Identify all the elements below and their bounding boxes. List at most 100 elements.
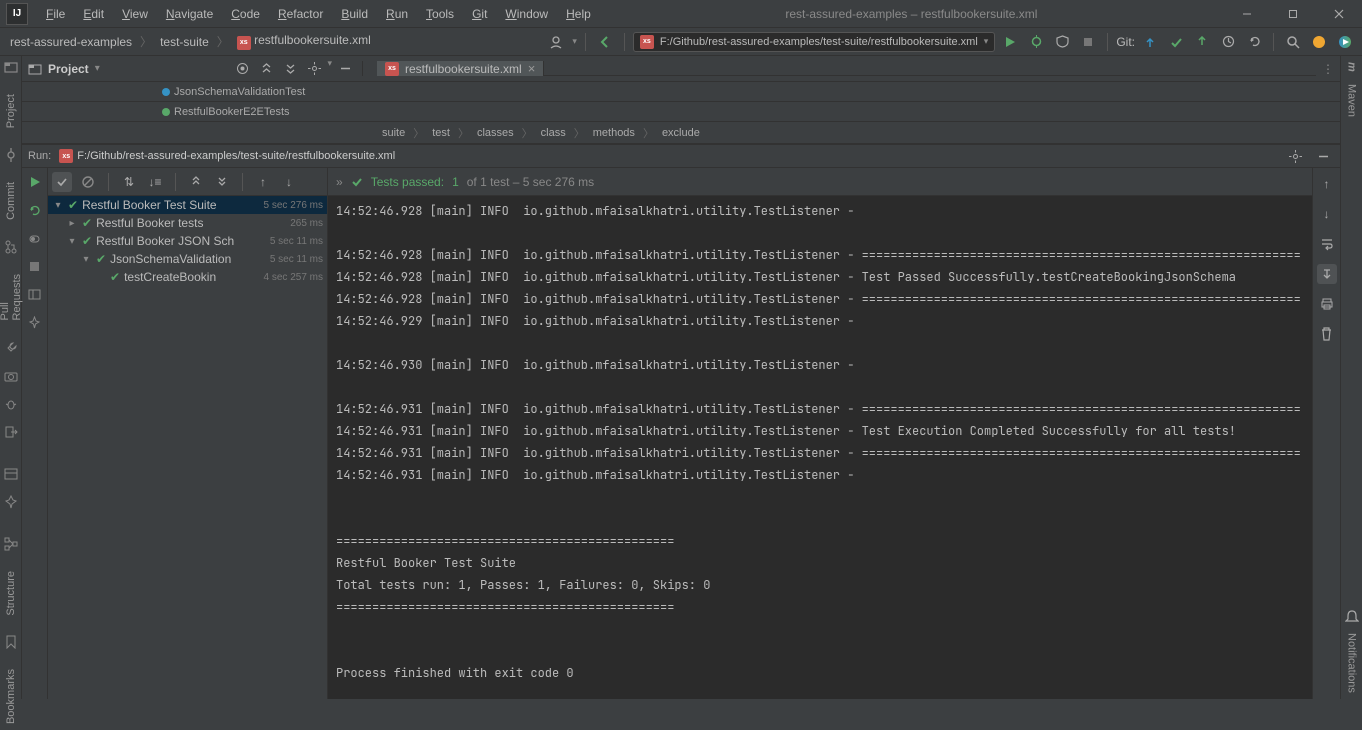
trash-icon[interactable] — [1317, 324, 1337, 344]
structure-crumb[interactable]: test — [432, 127, 450, 139]
back-arrow-icon[interactable] — [594, 31, 616, 53]
chevron-down-icon[interactable]: ▾ — [327, 58, 332, 80]
bookmarks-tool-label[interactable]: Bookmarks — [3, 663, 19, 730]
menu-tools[interactable]: Tools — [418, 3, 462, 25]
prev-button[interactable]: ↑ — [253, 172, 273, 192]
expand-all-icon[interactable] — [255, 58, 277, 80]
ide-update-icon[interactable] — [1308, 31, 1330, 53]
maven-tool-label[interactable]: m — [1344, 56, 1360, 78]
layout-button[interactable] — [25, 284, 45, 304]
test-tree-row[interactable]: ▾✔JsonSchemaValidation5 sec 11 ms — [48, 250, 327, 268]
run-button[interactable] — [999, 31, 1021, 53]
ide-settings-icon[interactable] — [1334, 31, 1356, 53]
bookmarks-tool-icon[interactable] — [3, 635, 19, 649]
dropdown-chevron-icon[interactable]: ▾ — [572, 36, 577, 47]
exit-icon[interactable] — [3, 425, 19, 439]
test-tree-row[interactable]: ▸✔Restful Booker tests265 ms — [48, 214, 327, 232]
pull-requests-icon[interactable] — [3, 240, 19, 254]
maximize-button[interactable] — [1270, 0, 1316, 28]
menu-refactor[interactable]: Refactor — [270, 3, 331, 25]
more-icon[interactable]: ⋮ — [1322, 62, 1334, 76]
chevron-down-icon[interactable]: ▾ — [95, 63, 100, 74]
menu-build[interactable]: Build — [333, 3, 376, 25]
soft-wrap-icon[interactable] — [1317, 234, 1337, 254]
hide-icon[interactable] — [334, 58, 356, 80]
test-tree-row[interactable]: ▾✔Restful Booker Test Suite5 sec 276 ms — [48, 196, 327, 214]
down-arrow-icon[interactable]: ↓ — [1317, 204, 1337, 224]
layout-icon[interactable] — [3, 467, 19, 481]
pull-requests-label[interactable]: Pull Requests — [0, 268, 25, 326]
chevron-down-icon[interactable]: ▾ — [52, 200, 64, 211]
menu-run[interactable]: Run — [378, 3, 416, 25]
structure-crumb[interactable]: exclude — [662, 127, 700, 139]
menu-window[interactable]: Window — [497, 3, 556, 25]
hide-icon[interactable] — [1312, 145, 1334, 167]
chevron-down-icon[interactable]: ▾ — [80, 254, 92, 265]
run-configuration-selector[interactable]: xs F:/Github/rest-assured-examples/test-… — [633, 32, 995, 52]
maven-label[interactable]: Maven — [1344, 78, 1360, 123]
menu-help[interactable]: Help — [558, 3, 599, 25]
up-arrow-icon[interactable]: ↑ — [1317, 174, 1337, 194]
git-history-icon[interactable] — [1217, 31, 1239, 53]
git-commit-icon[interactable] — [1165, 31, 1187, 53]
show-ignored-button[interactable] — [78, 172, 98, 192]
notifications-icon[interactable] — [1345, 609, 1359, 623]
test-tree-row[interactable]: ▾✔Restful Booker JSON Sch5 sec 11 ms — [48, 232, 327, 250]
file-item[interactable]: JsonSchemaValidationTest — [162, 86, 305, 98]
select-opened-file-icon[interactable] — [231, 58, 253, 80]
menu-file[interactable]: File — [38, 3, 73, 25]
sort-alpha-button[interactable]: ↓≡ — [145, 172, 165, 192]
console-output[interactable]: 14:52:46.928 [main] INFO io.github.mfais… — [328, 196, 1312, 699]
crumb-project[interactable]: rest-assured-examples — [6, 33, 136, 51]
show-passed-button[interactable] — [52, 172, 72, 192]
commit-tool-label[interactable]: Commit — [3, 176, 19, 226]
project-tool-label[interactable]: Project — [3, 88, 19, 134]
editor-tab[interactable]: xs restfulbookersuite.xml × — [377, 61, 544, 76]
structure-crumb[interactable]: class — [541, 127, 566, 139]
structure-tool-label[interactable]: Structure — [3, 565, 19, 622]
git-push-icon[interactable] — [1191, 31, 1213, 53]
minimize-button[interactable] — [1224, 0, 1270, 28]
pin-icon[interactable] — [3, 495, 19, 509]
git-revert-icon[interactable] — [1243, 31, 1265, 53]
menu-code[interactable]: Code — [223, 3, 268, 25]
expand-all-button[interactable] — [186, 172, 206, 192]
git-update-icon[interactable] — [1139, 31, 1161, 53]
menu-view[interactable]: View — [114, 3, 156, 25]
structure-crumb[interactable]: classes — [477, 127, 514, 139]
chevron-right-icon[interactable]: ▸ — [66, 218, 78, 229]
rerun-button[interactable] — [25, 172, 45, 192]
collapse-all-icon[interactable] — [279, 58, 301, 80]
coverage-button[interactable] — [1051, 31, 1073, 53]
notifications-label[interactable]: Notifications — [1344, 627, 1360, 699]
print-icon[interactable] — [1317, 294, 1337, 314]
rerun-failed-button[interactable] — [25, 200, 45, 220]
scroll-to-end-icon[interactable] — [1317, 264, 1337, 284]
collapse-all-button[interactable] — [212, 172, 232, 192]
menu-git[interactable]: Git — [464, 3, 495, 25]
file-item[interactable]: RestfulBookerE2ETests — [162, 106, 290, 118]
bug-icon[interactable] — [3, 397, 19, 411]
project-label[interactable]: Project — [48, 62, 89, 76]
profile-button[interactable] — [1077, 31, 1099, 53]
pin-button[interactable] — [25, 312, 45, 332]
crumb-file[interactable]: xs restfulbookersuite.xml — [233, 31, 375, 52]
tool-icon[interactable] — [3, 341, 19, 355]
menu-edit[interactable]: Edit — [75, 3, 112, 25]
sort-button[interactable]: ⇅ — [119, 172, 139, 192]
debug-button[interactable] — [1025, 31, 1047, 53]
test-tree-row[interactable]: ✔testCreateBookin4 sec 257 ms — [48, 268, 327, 286]
test-tree[interactable]: ▾✔Restful Booker Test Suite5 sec 276 ms▸… — [48, 196, 327, 699]
structure-crumb[interactable]: suite — [382, 127, 405, 139]
structure-tool-icon[interactable] — [3, 537, 19, 551]
crumb-folder[interactable]: test-suite — [156, 33, 213, 51]
camera-icon[interactable] — [3, 369, 19, 383]
next-button[interactable]: ↓ — [279, 172, 299, 192]
structure-crumb[interactable]: methods — [593, 127, 635, 139]
menu-navigate[interactable]: Navigate — [158, 3, 221, 25]
commit-tool-icon[interactable] — [3, 148, 19, 162]
stop-button[interactable] — [25, 256, 45, 276]
gear-icon[interactable] — [1284, 145, 1306, 167]
gear-icon[interactable] — [303, 58, 325, 80]
search-icon[interactable] — [1282, 31, 1304, 53]
